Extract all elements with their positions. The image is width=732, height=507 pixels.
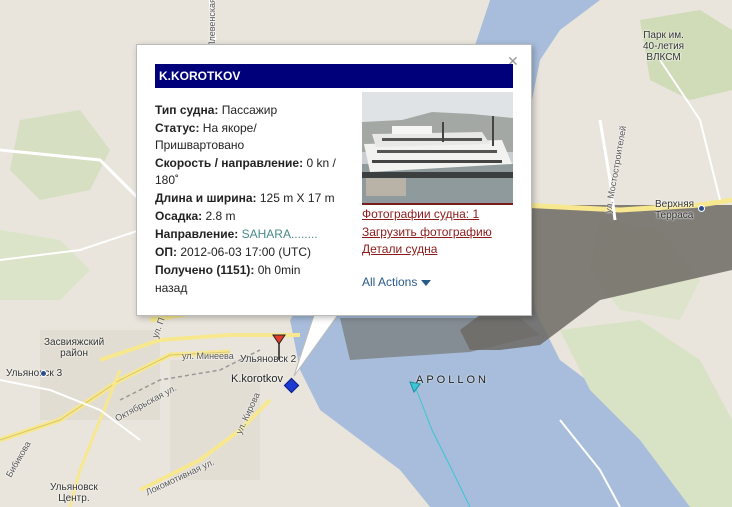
vessel-title: K.KOROTKOV	[155, 64, 513, 88]
dims-value: 125 m X 17 m	[259, 191, 335, 205]
received-value: 0h 0min	[257, 263, 301, 277]
op-value: 2012-06-03 17:00 (UTC)	[180, 245, 312, 259]
ulyanovsk3-dot	[40, 370, 47, 377]
received-overflow: назад	[155, 281, 188, 295]
ulyanovsk2-label: Ульяновск 2	[240, 354, 297, 365]
korotkov-vessel-label[interactable]: K.korotkov	[231, 373, 283, 385]
zasviyazhsky-label: Засвияжский район	[44, 337, 105, 359]
park-label: Парк им. 40-летия ВЛКСМ	[643, 30, 685, 63]
status-label: Статус:	[155, 121, 200, 135]
ulyanovsk-center-label: Ульяновск Центр.	[50, 482, 98, 504]
type-label: Тип судна:	[155, 103, 219, 117]
apollon-vessel-label[interactable]: APOLLON	[416, 374, 489, 386]
vessel-info-popup: ✕ K.KOROTKOV Тип судна: Пассажир Статус:…	[136, 44, 532, 316]
popup-tail	[293, 312, 342, 377]
verkhnyaya-terrasa-label: Верхняя Терраса	[655, 199, 695, 221]
all-actions-label: All Actions	[362, 275, 418, 289]
type-value: Пассажир	[221, 103, 278, 117]
received-label: Получено (1151):	[155, 263, 255, 277]
vessel-photos-link[interactable]: Фотографии судна: 1	[362, 207, 479, 221]
op-label: ОП:	[155, 245, 177, 259]
selected-vessel-pin-icon[interactable]	[272, 334, 286, 365]
vessel-info: Тип судна: Пассажир Статус: На якоре/При…	[155, 102, 343, 295]
vessel-photo[interactable]	[362, 92, 513, 205]
draft-label: Осадка:	[155, 209, 203, 223]
all-actions-dropdown[interactable]: All Actions	[362, 275, 432, 289]
vessel-details-link[interactable]: Детали судна	[362, 242, 437, 256]
dest-value: SAHARA........	[241, 227, 318, 241]
speed-label: Скорость / направление:	[155, 156, 304, 170]
dims-label: Длина и ширина:	[155, 191, 257, 205]
verkhnyaya-terrasa-dot	[698, 205, 705, 212]
chevron-down-icon	[421, 279, 432, 286]
map[interactable]: Парк им. 40-летия ВЛКСМ Верхняя Терраса …	[0, 0, 732, 507]
draft-value: 2.8 m	[205, 209, 236, 223]
plivenskaya-label: Плевенская	[207, 0, 217, 48]
ul-mineeva-label: ул. Минеева	[182, 351, 234, 361]
dest-label: Направление:	[155, 227, 239, 241]
ulyanovsk3-label: Ульяновск 3	[6, 368, 63, 379]
upload-photo-link[interactable]: Загрузить фотографию	[362, 225, 492, 239]
